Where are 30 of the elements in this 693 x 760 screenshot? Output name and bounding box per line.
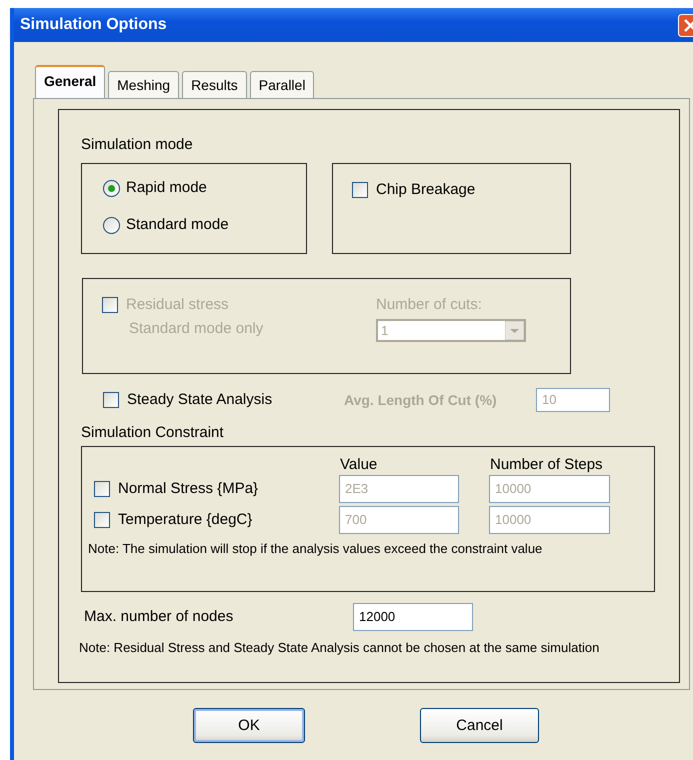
option-label: Standard mode — [126, 216, 229, 234]
checkbox-label: Temperature {degC} — [118, 511, 254, 529]
field-label: Number of cuts: — [376, 296, 483, 314]
column-header: Number of Steps — [490, 456, 604, 474]
tab[interactable]: Parallel — [250, 71, 314, 98]
cancel-button[interactable]: Cancel — [420, 708, 539, 743]
section-label: Simulation mode — [81, 136, 194, 154]
caret-icon — [505, 321, 524, 340]
radio-button[interactable] — [103, 180, 120, 196]
window-title: Simulation Options — [20, 15, 167, 35]
note-text: Note: Residual Stress and Steady State Analysis cannot be chosen at the same simulation — [79, 640, 600, 656]
checkbox-label: Normal Stress {MPa} — [118, 480, 260, 498]
tab[interactable]: General — [35, 65, 106, 98]
hint-text: Standard mode only — [129, 320, 264, 338]
field-label: Max. number of nodes — [84, 608, 234, 626]
section-label: Simulation Constraint — [81, 424, 225, 442]
checkbox-label: Steady State Analysis — [127, 391, 274, 409]
checkbox-label: Residual stress — [126, 296, 229, 314]
option-label: Rapid mode — [126, 179, 207, 197]
ok-button[interactable]: OK — [193, 708, 305, 743]
tab[interactable]: Results — [182, 71, 247, 98]
column-header: Value — [340, 456, 378, 474]
field-label: Avg. Length Of Cut (%) — [344, 392, 498, 408]
note-text: Note: The simulation will stop if the analysis values exceed the constraint value — [88, 541, 544, 557]
checkbox-label: Chip Breakage — [376, 181, 476, 199]
checkbox[interactable] — [352, 182, 368, 198]
radio-button[interactable] — [103, 216, 120, 234]
input-field[interactable]: 12000 — [353, 603, 473, 631]
checkbox[interactable] — [103, 392, 119, 408]
tab[interactable]: Meshing — [108, 71, 180, 98]
